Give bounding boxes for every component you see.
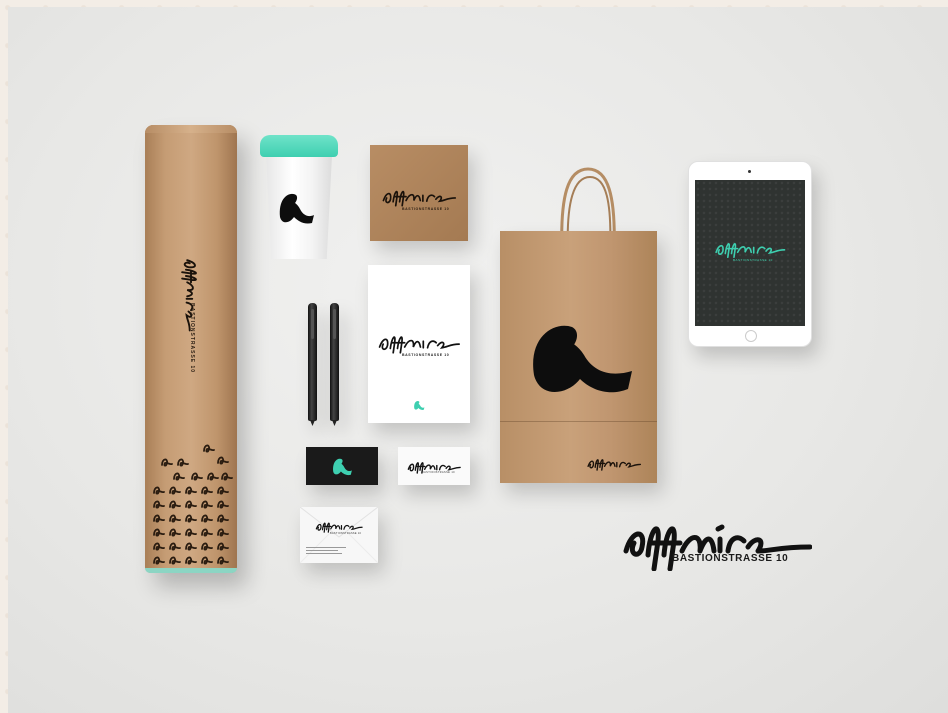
main-address-text: BASTIONSTRASSE 10 [672, 553, 789, 564]
tube-mark-pattern [153, 444, 233, 565]
pen-clip [333, 309, 336, 339]
coffee-cup [260, 135, 338, 261]
tube-address-text: BASTIONSTRASSE 10 [189, 303, 195, 374]
tablet-screen: BASTIONSTRASSE 10 [695, 180, 805, 326]
tube-cap-top [145, 125, 237, 133]
tablet-address-text: BASTIONSTRASSE 10 [733, 258, 773, 262]
tablet-device: BASTIONSTRASSE 10 [688, 161, 812, 347]
cup-lid [260, 135, 338, 157]
stationery-scene: BASTIONSTRASSE 10 BASTIONSTRASSE 10 BAST… [8, 7, 948, 713]
notebook-wordmark-logo [378, 336, 460, 354]
envelope-recipient-lines [306, 547, 346, 556]
tablet-wordmark-logo [715, 242, 786, 259]
notebook-address-text: BASTIONSTRASSE 10 [402, 353, 450, 357]
bag-brand-mark-icon [533, 325, 632, 393]
napkin-wordmark-logo [382, 190, 457, 207]
tablet-home-button [745, 330, 757, 342]
notebook-accent-mark-icon [414, 401, 425, 410]
cup-brand-mark-icon [279, 193, 314, 224]
envelope: BASTIONSTRASSE 10 [300, 507, 378, 563]
envelope-wordmark-logo [315, 522, 363, 533]
mailing-tube: BASTIONSTRASSE 10 [145, 125, 237, 573]
paper-bag [500, 231, 657, 483]
pen-tip [332, 420, 337, 426]
tube-cap-bottom [145, 568, 237, 573]
kraft-napkin: BASTIONSTRASSE 10 [370, 145, 468, 241]
pen-clip [311, 309, 314, 339]
pen-left [308, 303, 317, 426]
tablet-camera [748, 170, 751, 173]
business-card-dark [306, 447, 378, 485]
notebook: BASTIONSTRASSE 10 [368, 265, 470, 423]
card-address-text: BASTIONSTRASSE 10 [422, 471, 455, 474]
pen-tip [310, 420, 315, 426]
napkin-address-text: BASTIONSTRASSE 10 [402, 207, 450, 211]
bag-fold-line [500, 421, 657, 422]
business-card-white: BASTIONSTRASSE 10 [398, 447, 470, 485]
envelope-address-text: BASTIONSTRASSE 10 [330, 532, 362, 535]
bag-wordmark-logo [587, 459, 642, 471]
card-accent-mark-icon [333, 458, 352, 476]
pen-right [330, 303, 339, 426]
